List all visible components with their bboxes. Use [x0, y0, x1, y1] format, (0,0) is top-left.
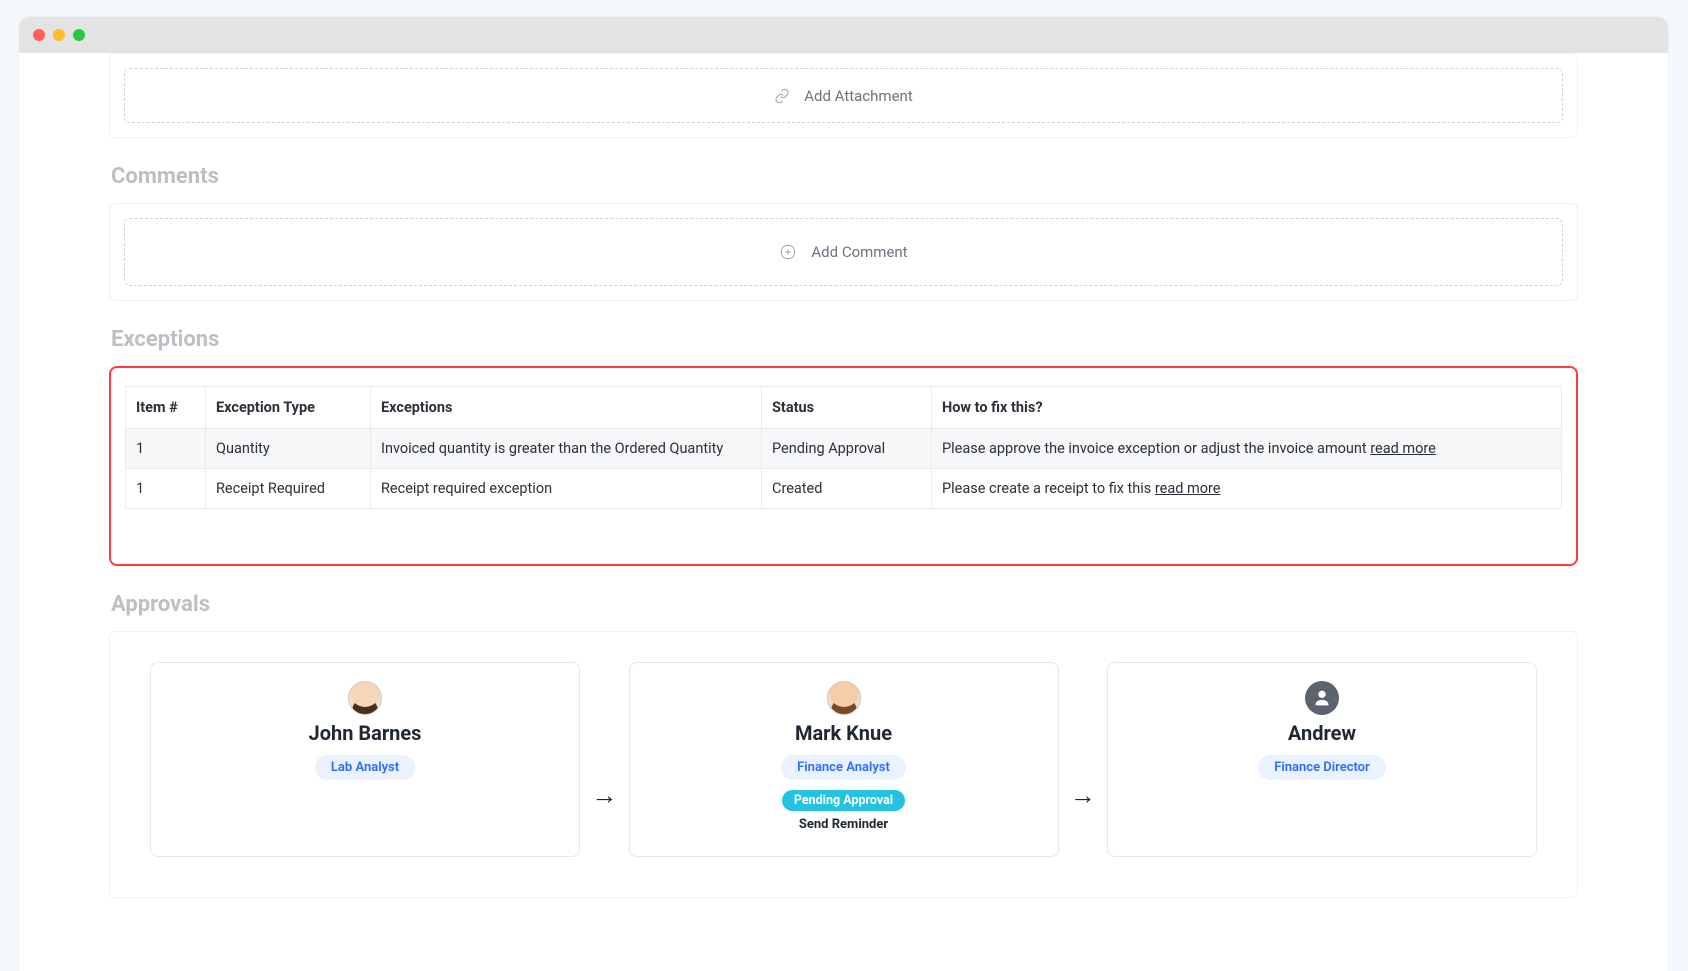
exceptions-section-title: Exceptions [111, 327, 1578, 352]
add-attachment-button[interactable]: Add Attachment [124, 68, 1563, 123]
avatar [348, 681, 382, 715]
approval-step: Andrew Finance Director [1107, 662, 1537, 857]
read-more-link[interactable]: read more [1370, 440, 1436, 457]
approvals-section-title: Approvals [111, 592, 1578, 617]
cell-desc: Invoiced quantity is greater than the Or… [371, 429, 762, 469]
add-attachment-label: Add Attachment [804, 87, 912, 105]
approvals-card: John Barnes Lab Analyst → Mark Knue Fina… [109, 631, 1578, 898]
window-minimize-button[interactable] [53, 29, 65, 41]
cell-item: 1 [126, 469, 206, 509]
cell-howto: Please approve the invoice exception or … [932, 429, 1562, 469]
cell-status: Pending Approval [762, 429, 932, 469]
approval-step: John Barnes Lab Analyst [150, 662, 580, 857]
window-close-button[interactable] [33, 29, 45, 41]
table-row: 1 Receipt Required Receipt required exce… [126, 469, 1562, 509]
attachment-icon [774, 88, 790, 104]
window-zoom-button[interactable] [73, 29, 85, 41]
exceptions-card: Item # Exception Type Exceptions Status … [109, 366, 1578, 566]
cell-type: Receipt Required [206, 469, 371, 509]
comments-card: Add Comment [109, 203, 1578, 301]
table-header-row: Item # Exception Type Exceptions Status … [126, 387, 1562, 429]
col-exceptions: Exceptions [371, 387, 762, 429]
col-status: Status [762, 387, 932, 429]
user-icon [1311, 687, 1333, 709]
col-howto: How to fix this? [932, 387, 1562, 429]
add-comment-button[interactable]: Add Comment [124, 218, 1563, 286]
approver-role: Lab Analyst [315, 755, 415, 780]
arrow-right-icon: → [591, 780, 617, 811]
read-more-link[interactable]: read more [1155, 480, 1221, 497]
approver-name: John Barnes [309, 721, 422, 745]
add-comment-label: Add Comment [811, 243, 907, 261]
howto-text: Please approve the invoice exception or … [942, 440, 1370, 457]
send-reminder-link[interactable]: Send Reminder [799, 817, 888, 832]
approver-role: Finance Director [1258, 755, 1385, 780]
table-row: 1 Quantity Invoiced quantity is greater … [126, 429, 1562, 469]
window-titlebar [19, 17, 1668, 53]
avatar [1305, 681, 1339, 715]
page-content: Add Attachment Comments Add Comment Exce… [19, 53, 1668, 938]
cell-howto: Please create a receipt to fix this read… [932, 469, 1562, 509]
avatar [827, 681, 861, 715]
approver-name: Andrew [1288, 721, 1356, 745]
status-badge: Pending Approval [782, 790, 905, 811]
approver-role: Finance Analyst [781, 755, 906, 780]
exceptions-table: Item # Exception Type Exceptions Status … [125, 386, 1562, 509]
arrow-right-icon: → [1070, 780, 1096, 811]
comments-section-title: Comments [111, 164, 1578, 189]
plus-circle-icon [779, 243, 797, 261]
cell-item: 1 [126, 429, 206, 469]
attachments-card: Add Attachment [109, 53, 1578, 138]
approval-step: Mark Knue Finance Analyst Pending Approv… [629, 662, 1059, 857]
app-window: Add Attachment Comments Add Comment Exce… [19, 17, 1668, 971]
col-type: Exception Type [206, 387, 371, 429]
cell-desc: Receipt required exception [371, 469, 762, 509]
approver-name: Mark Knue [795, 721, 892, 745]
cell-status: Created [762, 469, 932, 509]
cell-type: Quantity [206, 429, 371, 469]
col-item: Item # [126, 387, 206, 429]
howto-text: Please create a receipt to fix this [942, 480, 1155, 497]
